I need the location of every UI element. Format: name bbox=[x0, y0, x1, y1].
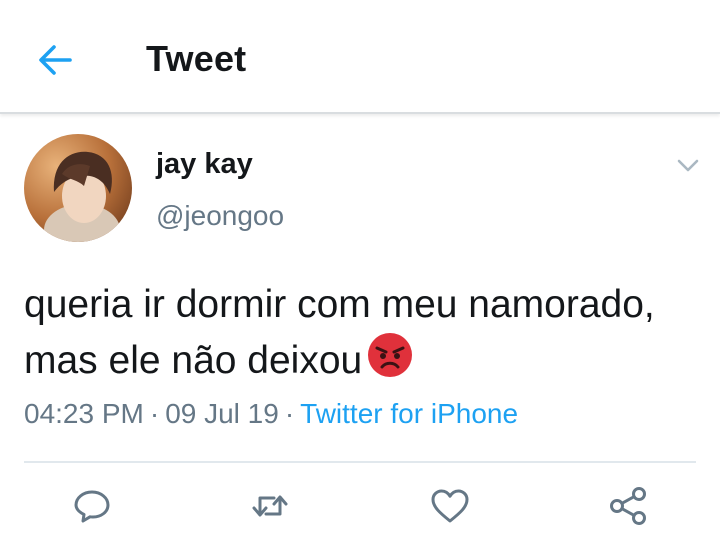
tweet-options-button[interactable] bbox=[672, 152, 704, 180]
author-display-name[interactable]: jay kay bbox=[156, 148, 253, 181]
author-handle[interactable]: @jeongoo bbox=[156, 200, 284, 232]
like-button[interactable] bbox=[428, 484, 472, 528]
reply-button[interactable] bbox=[70, 484, 114, 528]
share-button[interactable] bbox=[606, 484, 650, 528]
reply-icon bbox=[74, 490, 110, 523]
tweet-source-link[interactable]: Twitter for iPhone bbox=[300, 398, 518, 429]
retweet-button[interactable] bbox=[248, 484, 292, 528]
page-title: Tweet bbox=[146, 38, 247, 79]
angry-face-icon bbox=[366, 331, 414, 379]
tweet-metadata: 04:23 PM · 09 Jul 19 · Twitter for iPhone bbox=[24, 398, 518, 430]
arrow-left-icon bbox=[39, 45, 72, 75]
avatar[interactable] bbox=[24, 134, 132, 242]
back-button[interactable] bbox=[32, 36, 80, 84]
tweet-time: 04:23 PM bbox=[24, 398, 144, 429]
separator-dot: · bbox=[149, 398, 160, 429]
tweet-text-content: queria ir dormir com meu namorado, mas e… bbox=[24, 283, 655, 382]
retweet-icon bbox=[252, 495, 288, 517]
separator-dot: · bbox=[284, 398, 295, 429]
tweet-text: queria ir dormir com meu namorado, mas e… bbox=[24, 278, 704, 387]
divider bbox=[24, 461, 696, 463]
heart-icon bbox=[431, 489, 469, 523]
top-bar: Tweet bbox=[0, 0, 720, 114]
tweet-date: 09 Jul 19 bbox=[165, 398, 279, 429]
share-icon bbox=[610, 487, 646, 525]
chevron-down-icon bbox=[677, 159, 699, 172]
